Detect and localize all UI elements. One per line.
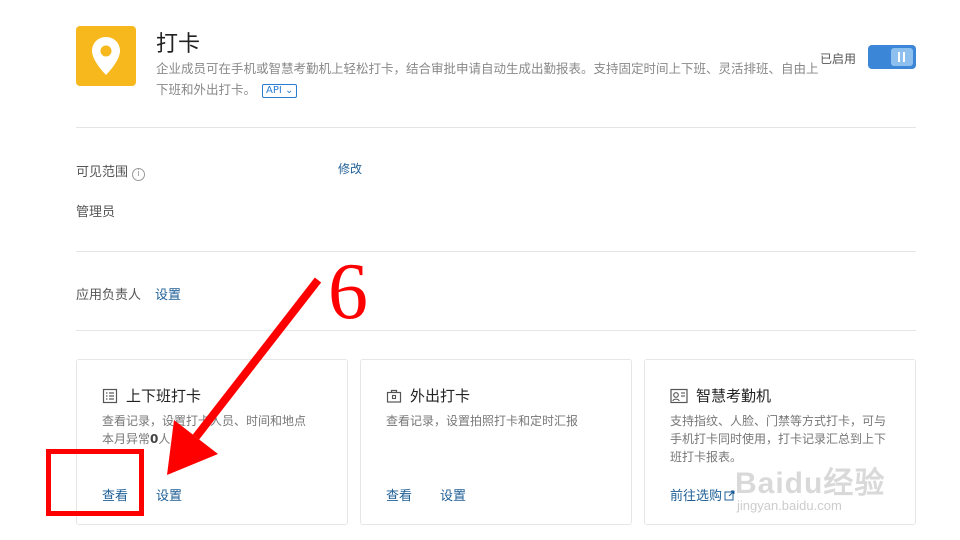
- highlight-box-annotation: [46, 449, 144, 516]
- watermark-main: Baidu经验: [735, 467, 886, 500]
- baidu-watermark: Baidu经验 jingyan.baidu.com: [735, 458, 885, 513]
